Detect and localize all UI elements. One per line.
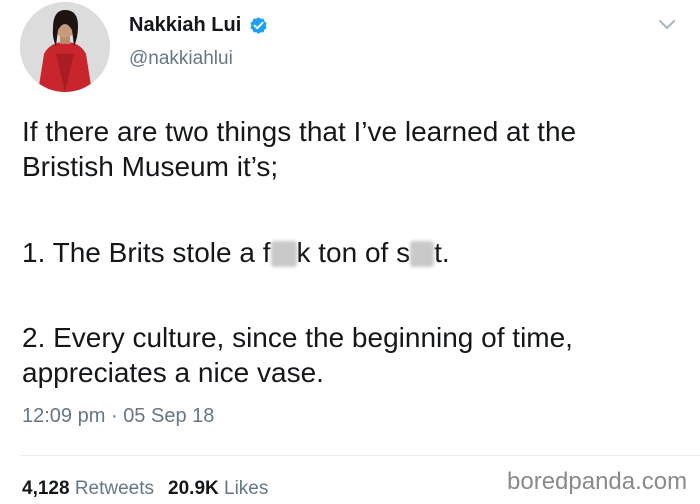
tweet-stats: 4,128 Retweets 20.9K Likes xyxy=(22,478,268,500)
tweet-text-fragment: k ton of s xyxy=(296,237,411,268)
timestamp-time: 12:09 pm xyxy=(22,405,106,427)
likes-label: Likes xyxy=(224,478,269,499)
likes-count: 20.9K xyxy=(168,478,219,499)
author-name-row: Nakkiah Lui xyxy=(129,14,269,37)
retweets-stat[interactable]: 4,128 Retweets xyxy=(22,478,154,499)
tweet-timestamp[interactable]: 12:09 pm · 05 Sep 18 xyxy=(22,405,214,428)
tweet-text-fragment: 1. The Brits stole a f xyxy=(22,237,271,268)
tweet-text-line: If there are two things that I’ve learne… xyxy=(22,116,577,147)
watermark: boredpanda.com xyxy=(507,468,688,495)
verified-badge-icon xyxy=(248,15,269,36)
divider xyxy=(20,455,700,456)
tweet-text-line: appreciates a nice vase. xyxy=(22,357,324,388)
tweet-text-fragment: t. xyxy=(434,237,450,268)
likes-stat[interactable]: 20.9K Likes xyxy=(168,478,268,499)
avatar[interactable] xyxy=(20,2,110,92)
retweets-label: Retweets xyxy=(74,478,155,499)
timestamp-separator: · xyxy=(110,405,118,427)
censor-blur xyxy=(410,241,435,267)
tweet-text-line: 2. Every culture, since the beginning of… xyxy=(22,322,573,353)
chevron-down-icon[interactable] xyxy=(657,18,677,32)
timestamp-date: 05 Sep 18 xyxy=(123,405,215,427)
author-handle[interactable]: @nakkiahlui xyxy=(129,48,233,70)
tweet-text-line: Bristish Museum it’s; xyxy=(22,151,279,182)
author-display-name[interactable]: Nakkiah Lui xyxy=(129,14,241,37)
censor-blur xyxy=(270,241,297,267)
avatar-image xyxy=(20,2,110,92)
tweet-card: Nakkiah Lui @nakkiahlui If there are two… xyxy=(0,0,700,504)
retweets-count: 4,128 xyxy=(22,478,70,499)
tweet-text-line: 1. The Brits stole a f k ton of s t. xyxy=(22,236,450,269)
